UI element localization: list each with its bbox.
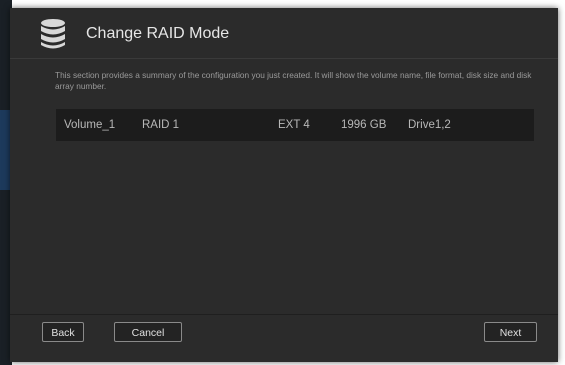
raid-mode: RAID 1 bbox=[142, 119, 180, 131]
cancel-button[interactable]: Cancel bbox=[114, 322, 182, 342]
disk-size: 1996 GB bbox=[341, 119, 387, 131]
file-format: EXT 4 bbox=[278, 119, 310, 131]
database-icon bbox=[40, 18, 66, 50]
back-button[interactable]: Back bbox=[42, 322, 84, 342]
summary-description: This section provides a summary of the c… bbox=[55, 70, 532, 91]
footer-divider bbox=[10, 314, 558, 315]
change-raid-mode-dialog: Change RAID Mode This section provides a… bbox=[10, 8, 558, 362]
dialog-header: Change RAID Mode bbox=[10, 8, 558, 59]
dialog-title: Change RAID Mode bbox=[86, 25, 230, 42]
volume-name: Volume_1 bbox=[64, 119, 116, 131]
volume-summary-row: Volume_1 RAID 1 EXT 4 1996 GB Drive1,2 bbox=[56, 109, 534, 141]
screen: Change RAID Mode This section provides a… bbox=[0, 0, 565, 365]
next-button[interactable]: Next bbox=[484, 322, 537, 342]
disk-array: Drive1,2 bbox=[408, 119, 451, 131]
